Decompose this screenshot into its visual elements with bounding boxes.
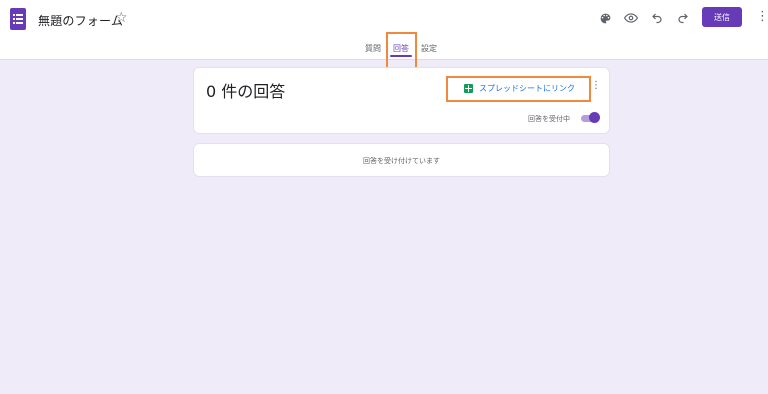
more-vert-icon[interactable]: ⋮ — [756, 9, 768, 25]
palette-icon[interactable] — [596, 9, 614, 27]
empty-responses-card: 回答を受け付けています — [193, 143, 610, 177]
forms-logo-icon[interactable] — [10, 8, 26, 30]
undo-icon[interactable] — [648, 9, 666, 27]
tab-settings[interactable]: 設定 — [421, 43, 437, 54]
responses-more-icon[interactable]: ⋮ — [591, 80, 601, 91]
link-to-sheets-button[interactable]: スプレッドシートにリンク — [446, 76, 591, 102]
eye-icon[interactable] — [622, 9, 640, 27]
accepting-responses-label: 回答を受付中 — [528, 115, 570, 123]
response-count-title: 0 件の回答 — [206, 82, 286, 101]
google-sheets-icon — [464, 84, 473, 93]
tab-questions[interactable]: 質問 — [365, 43, 381, 54]
form-title[interactable]: 無題のフォーム — [38, 12, 123, 29]
tab-highlight-box — [386, 32, 417, 69]
send-button[interactable]: 送信 — [702, 7, 742, 27]
responses-summary-card: 0 件の回答 スプレッドシートにリンク ⋮ 回答を受付中 — [193, 67, 610, 134]
toggle-knob[interactable] — [589, 112, 600, 123]
tab-bar: 質問 回答 設定 — [0, 40, 768, 60]
top-bar: 無題のフォーム ☆ 送信 ⋮ 質問 回答 設定 — [0, 0, 768, 60]
star-icon[interactable]: ☆ — [115, 10, 128, 26]
link-to-sheets-label: スプレッドシートにリンク — [479, 84, 575, 93]
empty-state-message: 回答を受け付けています — [363, 157, 440, 165]
redo-icon[interactable] — [674, 9, 692, 27]
